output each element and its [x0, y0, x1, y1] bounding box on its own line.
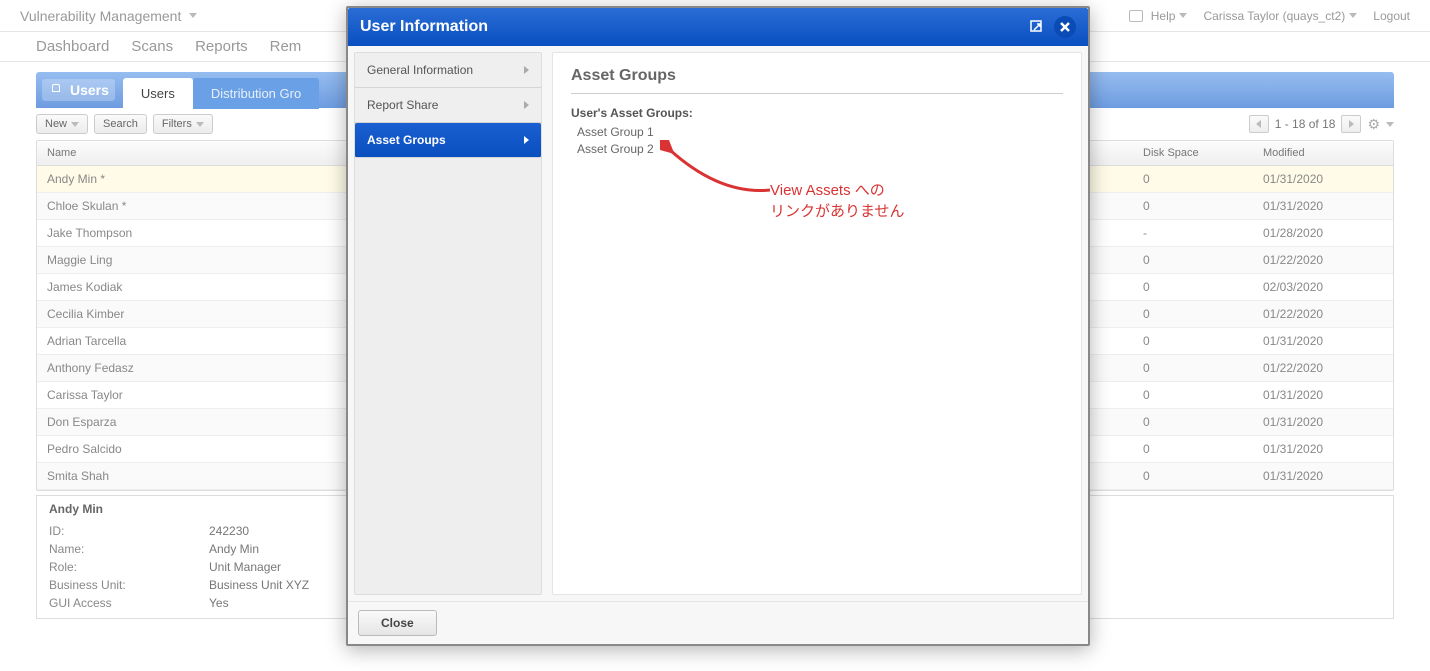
cell-modified: 01/31/2020	[1253, 436, 1373, 462]
asset-group-item: Asset Group 1	[577, 124, 1063, 141]
cell-disk: 0	[1133, 328, 1253, 354]
nav-general-information[interactable]: General Information	[355, 53, 541, 88]
tab-dashboard[interactable]: Dashboard	[36, 38, 109, 61]
popout-icon[interactable]	[1026, 16, 1048, 38]
gear-icon[interactable]: ⚙	[1367, 116, 1380, 133]
detail-value: Andy Min	[209, 542, 259, 556]
section-label: User's Asset Groups:	[571, 106, 1063, 120]
detail-value: Business Unit XYZ	[209, 578, 309, 592]
cell-disk: -	[1133, 220, 1253, 246]
new-button[interactable]: New	[36, 114, 88, 134]
cell-disk: 0	[1133, 355, 1253, 381]
app-name: Vulnerability Management	[20, 8, 181, 24]
chevron-down-icon	[189, 13, 197, 18]
logout-label: Logout	[1373, 9, 1410, 23]
detail-value: Yes	[209, 596, 229, 610]
detail-value: Unit Manager	[209, 560, 281, 574]
close-button[interactable]: Close	[358, 610, 437, 636]
user-info-modal: User Information General Information Rep…	[346, 6, 1090, 646]
col-modified[interactable]: Modified	[1253, 141, 1373, 165]
cell-modified: 01/22/2020	[1253, 301, 1373, 327]
modal-sidenav: General Information Report Share Asset G…	[354, 52, 542, 595]
modal-footer: Close	[348, 601, 1088, 644]
filters-button[interactable]: Filters	[153, 114, 213, 134]
logout-link[interactable]: Logout	[1365, 5, 1418, 27]
chevron-down-icon	[1349, 13, 1357, 18]
pager-text: 1 - 18 of 18	[1275, 117, 1336, 131]
chevron-down-icon	[1386, 122, 1394, 127]
tab-scans[interactable]: Scans	[131, 38, 173, 61]
nav-report-share[interactable]: Report Share	[355, 88, 541, 123]
detail-value: 242230	[209, 524, 249, 538]
tab-rem[interactable]: Rem	[270, 38, 302, 61]
cell-disk: 0	[1133, 409, 1253, 435]
cell-modified: 01/31/2020	[1253, 463, 1373, 489]
users-icon	[48, 84, 64, 96]
chevron-down-icon	[196, 122, 204, 127]
cell-modified: 02/03/2020	[1253, 274, 1373, 300]
cell-disk: 0	[1133, 463, 1253, 489]
pager: 1 - 18 of 18 ⚙	[1249, 115, 1394, 133]
cell-modified: 01/28/2020	[1253, 220, 1373, 246]
tab-reports[interactable]: Reports	[195, 38, 248, 61]
close-icon[interactable]	[1054, 16, 1076, 38]
help-label: Help	[1151, 9, 1176, 23]
col-disk[interactable]: Disk Space	[1133, 141, 1253, 165]
app-selector[interactable]: Vulnerability Management	[12, 4, 205, 28]
user-display: Carissa Taylor (quays_ct2)	[1203, 9, 1345, 23]
subtab-distribution-groups[interactable]: Distribution Gro	[193, 78, 319, 109]
chevron-right-icon	[524, 66, 529, 74]
nav-label: General Information	[367, 63, 473, 77]
new-label: New	[45, 118, 67, 130]
detail-label: GUI Access	[49, 596, 209, 610]
cell-modified: 01/31/2020	[1253, 409, 1373, 435]
chevron-right-icon	[524, 136, 529, 144]
detail-label: Business Unit:	[49, 578, 209, 592]
cell-modified: 01/31/2020	[1253, 166, 1373, 192]
pager-prev[interactable]	[1249, 115, 1269, 133]
search-button[interactable]: Search	[94, 114, 147, 134]
search-label: Search	[103, 118, 138, 130]
users-title-badge: Users	[42, 79, 115, 101]
asset-group-item: Asset Group 2	[577, 141, 1063, 158]
cell-disk: 0	[1133, 247, 1253, 273]
chevron-right-icon	[524, 101, 529, 109]
cell-disk: 0	[1133, 382, 1253, 408]
filters-label: Filters	[162, 118, 192, 130]
users-title: Users	[70, 82, 109, 98]
modal-content: Asset Groups User's Asset Groups: Asset …	[552, 52, 1082, 595]
cell-disk: 0	[1133, 301, 1253, 327]
pin-icon[interactable]	[1129, 10, 1143, 22]
modal-title: User Information	[360, 18, 488, 36]
cell-disk: 0	[1133, 436, 1253, 462]
nav-label: Report Share	[367, 98, 438, 112]
detail-label: ID:	[49, 524, 209, 538]
triangle-right-icon	[1349, 120, 1354, 128]
cell-modified: 01/31/2020	[1253, 382, 1373, 408]
content-heading: Asset Groups	[571, 67, 1063, 85]
cell-disk: 0	[1133, 274, 1253, 300]
cell-modified: 01/22/2020	[1253, 355, 1373, 381]
nav-asset-groups[interactable]: Asset Groups	[355, 123, 541, 158]
cell-disk: 0	[1133, 193, 1253, 219]
pager-next[interactable]	[1341, 115, 1361, 133]
triangle-left-icon	[1256, 120, 1261, 128]
user-menu[interactable]: Carissa Taylor (quays_ct2)	[1195, 5, 1365, 27]
cell-modified: 01/22/2020	[1253, 247, 1373, 273]
cell-modified: 01/31/2020	[1253, 193, 1373, 219]
help-menu[interactable]: Help	[1143, 5, 1196, 27]
detail-label: Role:	[49, 560, 209, 574]
chevron-down-icon	[1179, 13, 1187, 18]
cell-disk: 0	[1133, 166, 1253, 192]
modal-header[interactable]: User Information	[348, 8, 1088, 46]
chevron-down-icon	[71, 122, 79, 127]
subtab-users[interactable]: Users	[123, 78, 193, 109]
detail-label: Name:	[49, 542, 209, 556]
cell-modified: 01/31/2020	[1253, 328, 1373, 354]
nav-label: Asset Groups	[367, 133, 446, 147]
